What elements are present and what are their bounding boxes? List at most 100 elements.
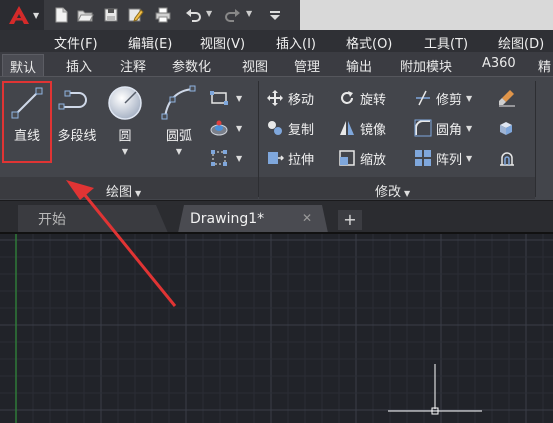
array-label: 阵列 — [436, 152, 463, 168]
menu-format[interactable]: 格式(O) — [346, 33, 392, 52]
hatch-tool-button[interactable]: ▼ — [210, 117, 242, 139]
menu-view[interactable]: 视图(V) — [200, 33, 245, 52]
trim-button[interactable]: 修剪 ▼ — [414, 87, 472, 109]
tab-manage[interactable]: 管理 — [294, 56, 320, 75]
move-label: 移动 — [288, 92, 315, 108]
crosshair-cursor — [388, 364, 482, 415]
explode-button[interactable] — [498, 117, 520, 139]
rectangle-icon — [210, 89, 228, 107]
new-tab-button[interactable]: + — [338, 210, 362, 230]
stretch-icon — [266, 149, 285, 167]
chevron-down-icon[interactable]: ▼ — [236, 124, 242, 133]
redo-dropdown-icon[interactable]: ▼ — [246, 9, 252, 18]
trim-label: 修剪 — [436, 92, 463, 108]
title-bar: ▼ ▼ ▼ — [0, 0, 553, 30]
menu-insert[interactable]: 插入(I) — [276, 33, 316, 52]
tab-a360[interactable]: A360 — [482, 56, 516, 71]
chevron-down-icon[interactable]: ▼ — [466, 124, 472, 133]
chevron-down-icon: ▼ — [33, 11, 40, 20]
redo-icon[interactable] — [224, 6, 242, 24]
modify-panel-footer[interactable]: 修改 ▼ — [259, 177, 535, 200]
copy-icon — [266, 119, 284, 137]
boundary-tool-button[interactable]: ▼ — [210, 147, 242, 169]
mirror-button[interactable]: 镜像 — [338, 117, 386, 139]
tab-view[interactable]: 视图 — [242, 56, 268, 75]
undo-dropdown-icon[interactable]: ▼ — [206, 9, 212, 18]
tab-annotate[interactable]: 注释 — [120, 56, 146, 75]
ribbon-panel-area: 直线 多段线 圆 ▼ 圆弧 ▼ ▼ ▼ ▼ 绘图 ▼ 移动 旋转 修剪 ▼ 复制… — [0, 76, 553, 200]
draw-panel-title: 绘图 ▼ — [106, 185, 142, 200]
mirror-label: 镜像 — [360, 122, 387, 138]
undo-icon[interactable] — [184, 6, 202, 24]
array-button[interactable]: 阵列 ▼ — [414, 147, 472, 169]
copy-label: 复制 — [288, 122, 315, 138]
chevron-down-icon: ▼ — [135, 189, 142, 198]
move-button[interactable]: 移动 — [266, 87, 314, 109]
drawing-tab[interactable]: Drawing1* ✕ — [178, 205, 328, 233]
polyline-tool-label: 多段线 — [57, 129, 97, 144]
circle-icon — [105, 83, 145, 123]
document-tab-bar: 开始 Drawing1* ✕ + — [0, 200, 553, 233]
rotate-button[interactable]: 旋转 — [338, 87, 386, 109]
chevron-down-icon[interactable]: ▼ — [104, 147, 146, 156]
polyline-tool-button[interactable]: 多段线 — [54, 83, 100, 144]
menu-edit[interactable]: 编辑(E) — [128, 33, 172, 52]
circle-tool-button[interactable]: 圆 ▼ — [104, 83, 146, 156]
offset-icon — [498, 149, 516, 167]
scale-icon — [338, 149, 356, 167]
rotate-label: 旋转 — [360, 92, 387, 108]
tab-output[interactable]: 输出 — [346, 56, 372, 75]
menu-file[interactable]: 文件(F) — [54, 33, 98, 52]
start-tab[interactable]: 开始 — [18, 205, 168, 233]
panel-separator — [535, 81, 536, 197]
customize-icon[interactable] — [266, 6, 284, 24]
chevron-down-icon[interactable]: ▼ — [466, 154, 472, 163]
tab-insert[interactable]: 插入 — [66, 56, 92, 75]
chevron-down-icon[interactable]: ▼ — [152, 147, 206, 156]
quick-access-toolbar: ▼ ▼ — [44, 0, 300, 30]
print-icon[interactable] — [154, 6, 172, 24]
scale-label: 缩放 — [360, 152, 387, 168]
menu-tools[interactable]: 工具(T) — [424, 33, 468, 52]
tab-parametric[interactable]: 参数化 — [172, 56, 211, 75]
open-icon[interactable] — [76, 6, 94, 24]
stretch-button[interactable]: 拉伸 — [266, 147, 314, 169]
line-tool-button[interactable]: 直线 — [4, 83, 50, 144]
arc-tool-button[interactable]: 圆弧 ▼ — [152, 83, 206, 156]
tab-home[interactable]: 默认 — [2, 54, 45, 76]
save-as-icon[interactable] — [126, 6, 144, 24]
line-tool-label: 直线 — [13, 129, 40, 144]
array-icon — [414, 149, 432, 167]
scale-button[interactable]: 缩放 — [338, 147, 386, 169]
chevron-down-icon[interactable]: ▼ — [236, 94, 242, 103]
drawing-canvas[interactable] — [0, 232, 553, 423]
circle-tool-label: 圆 — [118, 129, 132, 144]
tab-featured[interactable]: 精 — [538, 56, 551, 75]
mirror-icon — [338, 119, 356, 137]
hatch-icon — [210, 119, 228, 137]
menu-draw[interactable]: 绘图(D) — [498, 33, 544, 52]
arc-icon — [159, 83, 199, 123]
tab-addins[interactable]: 附加模块 — [400, 56, 452, 75]
fillet-button[interactable]: 圆角 ▼ — [414, 117, 472, 139]
save-icon[interactable] — [102, 6, 120, 24]
erase-icon — [498, 89, 516, 107]
application-menu-button[interactable]: ▼ — [0, 0, 44, 30]
stretch-label: 拉伸 — [288, 152, 315, 168]
chevron-down-icon[interactable]: ▼ — [466, 94, 472, 103]
rectangle-tool-button[interactable]: ▼ — [210, 87, 242, 109]
move-icon — [266, 89, 284, 107]
modify-panel-title: 修改 ▼ — [375, 185, 411, 200]
close-icon[interactable]: ✕ — [302, 211, 312, 225]
draw-panel-footer[interactable]: 绘图 ▼ — [0, 177, 258, 200]
erase-button[interactable] — [498, 87, 520, 109]
offset-button[interactable] — [498, 147, 520, 169]
copy-button[interactable]: 复制 — [266, 117, 314, 139]
drawing-tab-label: Drawing1* — [190, 211, 265, 227]
menu-bar: 文件(F) 编辑(E) 视图(V) 插入(I) 格式(O) 工具(T) 绘图(D… — [0, 30, 553, 52]
chevron-down-icon[interactable]: ▼ — [236, 154, 242, 163]
explode-icon — [498, 119, 516, 137]
line-icon — [7, 83, 47, 123]
polyline-icon — [57, 83, 97, 123]
new-icon[interactable] — [52, 6, 70, 24]
